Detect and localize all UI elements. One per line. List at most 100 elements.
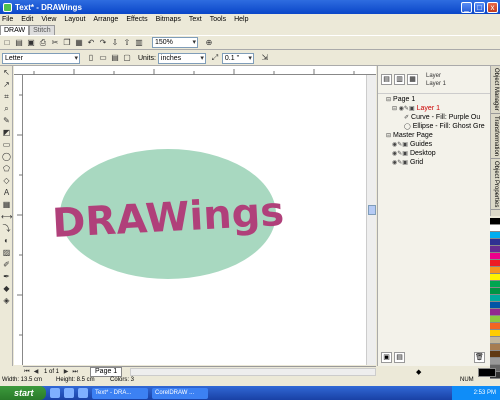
- palette-swatch[interactable]: [490, 337, 500, 344]
- menu-text[interactable]: Text: [189, 16, 202, 23]
- tab-stitch[interactable]: Stitch: [29, 25, 55, 35]
- tab-transformation[interactable]: Transformation: [491, 114, 500, 159]
- zoom-combo[interactable]: 150%: [152, 37, 198, 48]
- maximize-button[interactable]: □: [474, 1, 485, 13]
- show-properties-icon[interactable]: ▤: [381, 74, 392, 85]
- eyedropper-tool-icon[interactable]: ✐: [1, 259, 12, 270]
- palette-swatch[interactable]: [490, 358, 500, 365]
- tree-item-ellipse[interactable]: ◯ Ellipse - Fill: Ghost Gre: [404, 123, 485, 130]
- basic-shapes-icon[interactable]: ◇: [1, 175, 12, 186]
- paper-size-combo[interactable]: Letter: [2, 52, 80, 64]
- tab-draw[interactable]: DRAW: [0, 25, 30, 35]
- zoom-menu-icon[interactable]: ⊕: [204, 38, 214, 48]
- palette-swatch[interactable]: [490, 218, 500, 225]
- new-icon[interactable]: □: [2, 38, 12, 48]
- portrait-icon[interactable]: ▯: [86, 53, 96, 63]
- task-drawings[interactable]: Text* - DRA...: [92, 387, 148, 399]
- palette-swatch[interactable]: [490, 274, 500, 281]
- tree-item-grid[interactable]: ◉✎▣ Grid: [392, 159, 423, 166]
- palette-swatch[interactable]: [490, 330, 500, 337]
- tree-item-guides[interactable]: ◉✎▣ Guides: [392, 141, 432, 148]
- redo-icon[interactable]: ↷: [98, 38, 108, 48]
- layer-visibility-icon[interactable]: ◉✎▣: [392, 150, 408, 157]
- menu-arrange[interactable]: Arrange: [93, 16, 118, 23]
- menu-view[interactable]: View: [41, 16, 56, 23]
- blend-tool-icon[interactable]: ◐: [1, 235, 12, 246]
- connector-tool-icon[interactable]: ⤵: [1, 223, 12, 234]
- crop-tool-icon[interactable]: ⌗: [1, 91, 12, 102]
- palette-swatch[interactable]: [490, 323, 500, 330]
- landscape-icon[interactable]: ▭: [98, 53, 108, 63]
- paste-icon[interactable]: ▦: [74, 38, 84, 48]
- horizontal-ruler[interactable]: [14, 66, 376, 75]
- edit-across-layers-icon[interactable]: ▥: [394, 74, 405, 85]
- palette-swatch[interactable]: [490, 344, 500, 351]
- outline-tool-icon[interactable]: ✒: [1, 271, 12, 282]
- ellipse-tool-icon[interactable]: ◯: [1, 151, 12, 162]
- palette-swatch[interactable]: [490, 302, 500, 309]
- task-coreldraw[interactable]: CorelDRAW ...: [152, 387, 208, 399]
- polygon-tool-icon[interactable]: ⬠: [1, 163, 12, 174]
- tab-object-properties[interactable]: Object Properties: [491, 159, 500, 211]
- fill-tool-icon[interactable]: ◆: [1, 283, 12, 294]
- palette-swatch[interactable]: [490, 316, 500, 323]
- palette-swatch[interactable]: [490, 267, 500, 274]
- dimension-tool-icon[interactable]: ⟷: [1, 211, 12, 222]
- close-button[interactable]: x: [487, 1, 498, 13]
- menu-bitmaps[interactable]: Bitmaps: [156, 16, 181, 23]
- units-combo[interactable]: inches: [157, 52, 206, 64]
- vertical-scroll-thumb[interactable]: [368, 205, 376, 215]
- launcher-icon[interactable]: ▥: [134, 38, 144, 48]
- quicklaunch-media-icon[interactable]: [78, 388, 88, 398]
- palette-swatch[interactable]: [490, 295, 500, 302]
- palette-swatch[interactable]: [490, 232, 500, 239]
- vertical-ruler[interactable]: [14, 75, 23, 365]
- palette-swatch[interactable]: [490, 246, 500, 253]
- zoom-tool-icon[interactable]: ⌕: [1, 103, 12, 114]
- tree-item-curve[interactable]: ✐ Curve - Fill: Purple Ou: [404, 114, 480, 121]
- start-button[interactable]: start: [0, 386, 46, 400]
- current-page-icon[interactable]: ▢: [122, 53, 132, 63]
- menu-file[interactable]: File: [2, 16, 13, 23]
- shape-tool-icon[interactable]: ↗: [1, 79, 12, 90]
- menu-layout[interactable]: Layout: [64, 16, 85, 23]
- transparency-tool-icon[interactable]: ▨: [1, 247, 12, 258]
- interactive-fill-icon[interactable]: ◈: [1, 295, 12, 306]
- palette-swatch[interactable]: [490, 281, 500, 288]
- undo-icon[interactable]: ↶: [86, 38, 96, 48]
- new-layer-icon[interactable]: ▣: [381, 352, 392, 363]
- menu-tools[interactable]: Tools: [210, 16, 226, 23]
- expand-icon[interactable]: ⊟: [386, 96, 391, 103]
- vertical-scrollbar[interactable]: [366, 75, 376, 365]
- tree-item-layer-1[interactable]: ⊟ ◉✎▣ Layer 1: [392, 105, 440, 112]
- menu-effects[interactable]: Effects: [126, 16, 147, 23]
- palette-swatch[interactable]: [490, 253, 500, 260]
- cut-icon[interactable]: ✂: [50, 38, 60, 48]
- layer-manager-icon[interactable]: ▦: [407, 74, 418, 85]
- palette-swatch[interactable]: [490, 239, 500, 246]
- palette-swatch[interactable]: [490, 309, 500, 316]
- layer-visibility-icon[interactable]: ◉✎▣: [392, 159, 408, 166]
- expand-icon[interactable]: ⊟: [386, 132, 391, 139]
- palette-swatch[interactable]: [490, 288, 500, 295]
- palette-swatch[interactable]: [490, 260, 500, 267]
- nudge-field[interactable]: 0.1 ": [221, 52, 254, 64]
- rectangle-tool-icon[interactable]: ▭: [1, 139, 12, 150]
- palette-swatch[interactable]: [490, 225, 500, 232]
- text-tool-icon[interactable]: A: [1, 187, 12, 198]
- tree-item-desktop[interactable]: ◉✎▣ Desktop: [392, 150, 436, 157]
- export-icon[interactable]: ⇧: [122, 38, 132, 48]
- tree-item-page-1[interactable]: ⊟ Page 1: [386, 96, 415, 103]
- smart-fill-icon[interactable]: ◩: [1, 127, 12, 138]
- trash-icon[interactable]: 🗑: [474, 352, 485, 363]
- layer-visibility-icon[interactable]: ⊟ ◉✎▣: [392, 105, 415, 112]
- pick-tool-icon[interactable]: ↖: [1, 67, 12, 78]
- layer-visibility-icon[interactable]: ◉✎▣: [392, 141, 408, 148]
- tree-item-master-page[interactable]: ⊟ Master Page: [386, 132, 433, 139]
- drawing-canvas[interactable]: DRAWings: [23, 75, 366, 365]
- minimize-button[interactable]: _: [461, 1, 472, 13]
- menu-help[interactable]: Help: [234, 16, 248, 23]
- open-icon[interactable]: ▤: [14, 38, 24, 48]
- freehand-tool-icon[interactable]: ✎: [1, 115, 12, 126]
- current-fill-swatch[interactable]: [478, 368, 496, 377]
